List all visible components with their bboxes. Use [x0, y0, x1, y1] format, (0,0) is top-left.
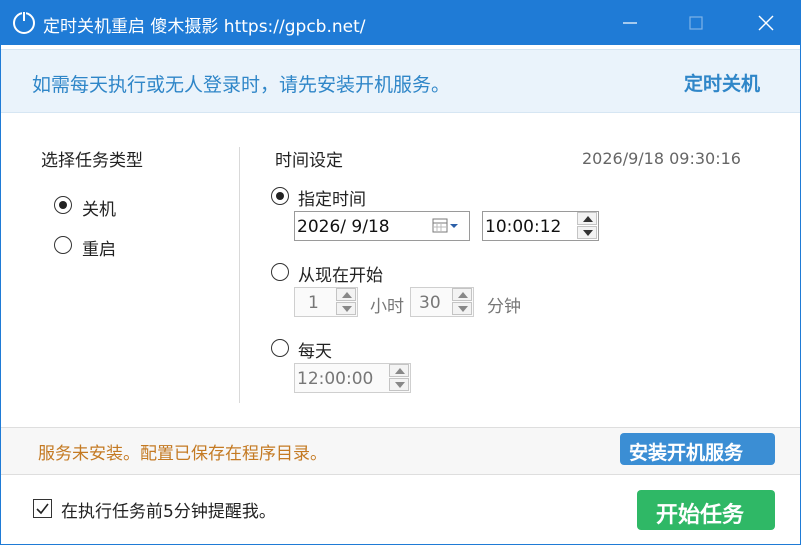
status-bar: 服务未安装。配置已保存在程序目录。 安装开机服务 — [1, 428, 800, 474]
chevron-up-icon — [342, 292, 352, 298]
minutes-decrement-button[interactable] — [452, 302, 472, 315]
checkmark-icon — [36, 503, 49, 515]
chevron-up-icon — [458, 292, 468, 298]
daily-time-value: 12:00:00 — [297, 369, 374, 389]
daily-time-stepper[interactable]: 12:00:00 — [294, 363, 411, 393]
chevron-down-icon — [583, 230, 593, 236]
hours-increment-button[interactable] — [336, 288, 356, 301]
chevron-up-icon — [583, 216, 593, 222]
calendar-dropdown-button[interactable] — [432, 216, 460, 236]
time-decrement-button[interactable] — [577, 226, 597, 239]
chevron-down-icon — [458, 306, 468, 312]
close-icon — [758, 15, 774, 31]
time-value: 10:00:12 — [485, 217, 562, 237]
radio-specified-time[interactable] — [271, 187, 289, 205]
minimize-icon — [623, 22, 637, 24]
minutes-increment-button[interactable] — [452, 288, 472, 301]
radio-restart-label[interactable]: 重启 — [82, 235, 116, 260]
radio-from-now-label[interactable]: 从现在开始 — [298, 261, 383, 286]
install-service-button[interactable]: 安装开机服务 — [620, 433, 775, 465]
radio-daily[interactable] — [271, 339, 289, 357]
current-time: 2026/9/18 09:30:16 — [582, 149, 741, 168]
minutes-stepper[interactable]: 30 — [410, 287, 474, 317]
time-spinner[interactable] — [576, 212, 598, 240]
time-increment-button[interactable] — [577, 212, 597, 225]
minimize-button[interactable] — [607, 1, 653, 45]
radio-restart[interactable] — [54, 236, 72, 254]
hours-unit-label: 小时 — [370, 297, 404, 317]
info-banner: 如需每天执行或无人登录时，请先安装开机服务。 定时关机 — [1, 49, 800, 113]
chevron-up-icon — [395, 368, 405, 374]
title-bar[interactable]: 定时关机重启 傻木摄影 https://gpcb.net/ — [1, 1, 800, 45]
start-task-label: 开始任务 — [656, 503, 745, 528]
minutes-spinner[interactable] — [451, 288, 473, 316]
banner-title: 定时关机 — [684, 73, 761, 95]
window-title: 定时关机重启 傻木摄影 https://gpcb.net/ — [43, 17, 366, 37]
task-type-heading: 选择任务类型 — [41, 151, 143, 171]
minutes-unit-label: 分钟 — [487, 297, 521, 317]
daily-time-decrement-button[interactable] — [389, 378, 409, 391]
maximize-icon — [689, 16, 703, 30]
radio-daily-label[interactable]: 每天 — [298, 337, 332, 362]
hours-value: 1 — [308, 293, 319, 313]
status-message: 服务未安装。配置已保存在程序目录。 — [38, 444, 327, 464]
calendar-icon — [432, 218, 458, 233]
install-service-label: 安装开机服务 — [629, 442, 744, 464]
section-divider — [239, 147, 240, 403]
minutes-value: 30 — [419, 293, 441, 313]
date-value: 2026/ 9/18 — [297, 217, 390, 237]
radio-specified-time-label[interactable]: 指定时间 — [298, 185, 366, 210]
start-task-button[interactable]: 开始任务 — [637, 490, 775, 530]
time-settings-heading: 时间设定 — [275, 151, 343, 171]
chevron-down-icon — [342, 306, 352, 312]
hours-decrement-button[interactable] — [336, 302, 356, 315]
remind-label[interactable]: 在执行任务前5分钟提醒我。 — [61, 497, 276, 522]
chevron-down-icon — [395, 382, 405, 388]
daily-time-spinner[interactable] — [388, 364, 410, 392]
radio-from-now[interactable] — [271, 263, 289, 281]
close-button[interactable] — [743, 1, 789, 45]
daily-time-increment-button[interactable] — [389, 364, 409, 377]
hours-spinner[interactable] — [335, 288, 357, 316]
hours-stepper[interactable]: 1 — [294, 287, 358, 317]
maximize-button[interactable] — [673, 1, 719, 45]
date-picker[interactable]: 2026/ 9/18 — [294, 211, 470, 241]
radio-shutdown-label[interactable]: 关机 — [82, 195, 116, 220]
banner-message: 如需每天执行或无人登录时，请先安装开机服务。 — [32, 74, 451, 96]
remind-checkbox[interactable] — [33, 499, 52, 518]
app-window: 定时关机重启 傻木摄影 https://gpcb.net/ 如需每天执行或无人登… — [0, 0, 801, 545]
time-stepper[interactable]: 10:00:12 — [482, 211, 599, 241]
status-divider-bottom — [1, 474, 800, 475]
power-icon — [13, 11, 35, 34]
radio-shutdown[interactable] — [54, 196, 72, 214]
